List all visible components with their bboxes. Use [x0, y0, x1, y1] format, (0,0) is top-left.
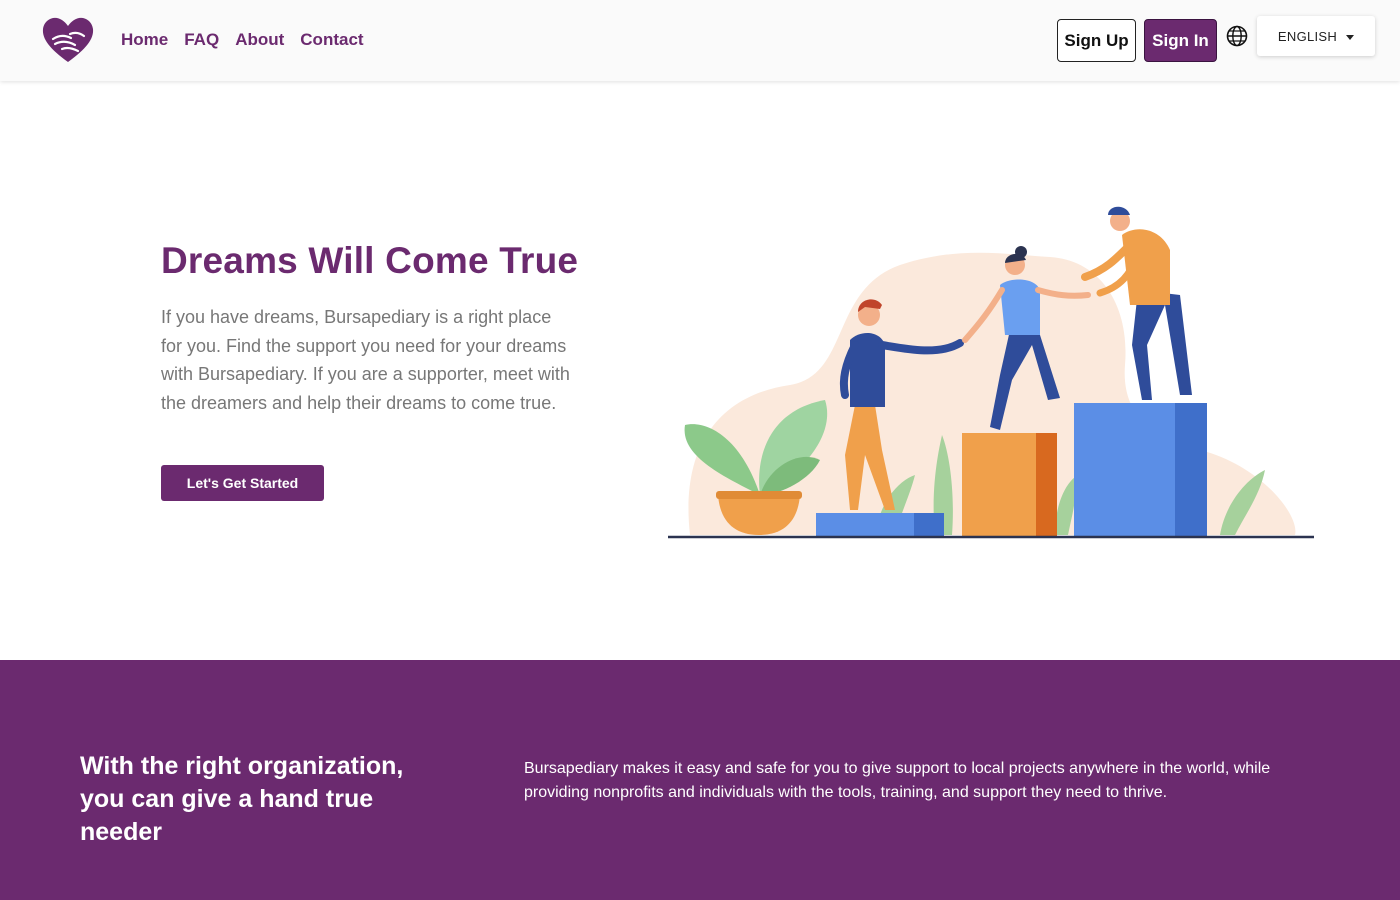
main-nav: Home FAQ About Contact [121, 30, 380, 50]
hero-title: Dreams Will Come True [161, 240, 579, 281]
hero-description: If you have dreams, Bursapediary is a ri… [161, 307, 570, 413]
person-right-legs [1132, 290, 1192, 400]
pot-rim [716, 491, 802, 499]
get-started-button[interactable]: Let's Get Started [161, 465, 324, 501]
navbar: Home FAQ About Contact Sign Up Sign In E… [0, 0, 1400, 81]
sign-up-button[interactable]: Sign Up [1057, 19, 1136, 62]
caret-down-icon [1346, 34, 1355, 40]
hero-illustration [660, 195, 1320, 545]
language-select[interactable]: ENGLISH [1257, 16, 1375, 56]
mission-heading: With the right organization, you can giv… [80, 752, 404, 846]
nav-home-link[interactable]: Home [121, 30, 168, 50]
nav-faq-link[interactable]: FAQ [184, 30, 219, 50]
mission-band: With the right organization, you can giv… [0, 660, 1400, 900]
nav-contact-link[interactable]: Contact [300, 30, 363, 50]
globe-icon[interactable] [1226, 25, 1248, 47]
heart-hands-logo-icon[interactable] [40, 15, 96, 65]
mission-text: Bursapediary makes it easy and safe for … [524, 760, 1271, 801]
sign-in-button[interactable]: Sign In [1144, 19, 1217, 62]
person-middle-body [1000, 279, 1040, 335]
language-label: ENGLISH [1277, 28, 1338, 44]
nav-about-link[interactable]: About [235, 30, 284, 50]
